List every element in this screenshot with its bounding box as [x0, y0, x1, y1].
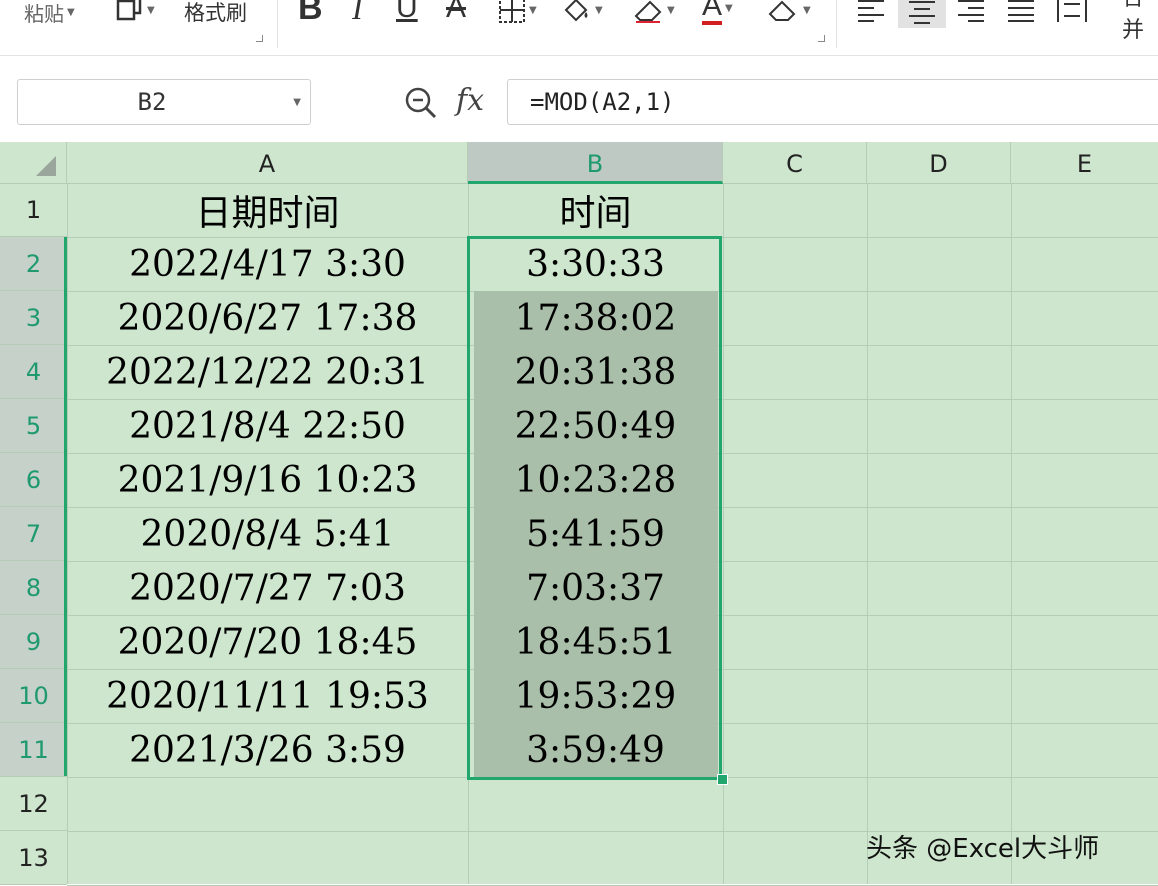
chevron-down-icon[interactable]: ▼ — [803, 5, 811, 16]
chevron-down-icon[interactable]: ▼ — [595, 5, 603, 16]
select-all-button[interactable] — [0, 142, 67, 184]
cell-b1[interactable]: 时间 — [468, 190, 723, 238]
justify-icon — [1008, 0, 1034, 22]
cell-a8[interactable]: 2020/7/27 7:03 — [67, 565, 468, 613]
justify-button[interactable] — [1006, 0, 1036, 30]
italic-button[interactable]: I — [352, 0, 363, 28]
font-color-button[interactable]: A ▼ — [702, 0, 733, 28]
cell-a7[interactable]: 2020/8/4 5:41 — [67, 511, 468, 559]
font-group-launcher[interactable] — [818, 35, 825, 42]
clear-icon — [768, 0, 796, 21]
row-header-13[interactable]: 13 — [0, 831, 67, 885]
formula-input[interactable]: =MOD(A2,1) — [507, 79, 1158, 125]
row-header-2[interactable]: 2 — [0, 237, 67, 291]
active-selection-border — [467, 236, 722, 780]
copy-button[interactable]: ▼ — [116, 0, 155, 30]
borders-button[interactable]: ▼ — [498, 0, 537, 30]
cell-a1[interactable]: 日期时间 — [67, 190, 468, 238]
name-box-value: B2 — [137, 88, 167, 116]
eraser-icon — [634, 0, 662, 23]
align-left-icon — [858, 0, 884, 22]
row-header-1[interactable]: 1 — [0, 184, 67, 237]
distributed-button[interactable] — [1056, 0, 1088, 30]
row-header-5[interactable]: 5 — [0, 399, 67, 453]
formula-text: =MOD(A2,1) — [530, 88, 675, 116]
row-header-7[interactable]: 7 — [0, 507, 67, 561]
chevron-down-icon[interactable]: ▼ — [725, 3, 733, 14]
bold-icon: B — [298, 0, 323, 27]
clear-format-button[interactable]: ▼ — [632, 0, 675, 30]
column-header-e[interactable]: E — [1011, 142, 1158, 184]
underline-icon: U — [396, 0, 418, 24]
cell-a11[interactable]: 2021/3/26 3:59 — [67, 727, 468, 775]
distributed-align-icon — [1057, 0, 1087, 22]
chevron-down-icon[interactable]: ▼ — [293, 97, 301, 108]
select-all-triangle-icon — [36, 156, 56, 176]
cell-a3[interactable]: 2020/6/27 17:38 — [67, 295, 468, 343]
row-header-4[interactable]: 4 — [0, 345, 67, 399]
cell-a4[interactable]: 2022/12/22 20:31 — [67, 349, 468, 397]
underline-button[interactable]: U — [396, 0, 418, 28]
font-color-icon: A — [702, 0, 723, 25]
format-painter-label: 格式刷 — [184, 1, 247, 25]
column-header-d[interactable]: D — [867, 142, 1011, 184]
strikethrough-icon: A — [446, 0, 467, 24]
row-header-8[interactable]: 8 — [0, 561, 67, 615]
row-header-12[interactable]: 12 — [0, 777, 67, 831]
fill-color-button[interactable]: ▼ — [560, 0, 603, 30]
paint-bucket-icon — [564, 0, 588, 22]
strikethrough-button[interactable]: A — [446, 0, 466, 28]
fx-icon[interactable]: fx — [456, 84, 484, 118]
align-right-icon — [958, 0, 984, 22]
column-header-b[interactable]: B — [468, 142, 723, 184]
italic-icon: I — [352, 0, 363, 26]
row-header-11[interactable]: 11 — [0, 723, 67, 777]
row-header-3[interactable]: 3 — [0, 291, 67, 345]
cell-a5[interactable]: 2021/8/4 22:50 — [67, 403, 468, 451]
merge-label: 合并 — [1122, 0, 1145, 43]
format-painter-button[interactable]: 格式刷 — [184, 0, 247, 32]
border-icon — [499, 0, 525, 23]
row-header-6[interactable]: 6 — [0, 453, 67, 507]
column-header-c[interactable]: C — [723, 142, 867, 184]
row-header-9[interactable]: 9 — [0, 615, 67, 669]
ribbon-toolbar: 粘贴 ▼ ▼ 格式刷 B I U A ▼ ▼ ▼ A ▼ ▼ 并 — [0, 0, 1158, 56]
cell-a10[interactable]: 2020/11/11 19:53 — [67, 673, 468, 721]
clipboard-group-launcher[interactable] — [256, 35, 263, 42]
paste-label: 粘贴 — [24, 1, 64, 26]
name-box[interactable]: B2 ▼ — [17, 79, 311, 125]
copy-icon — [116, 0, 142, 21]
chevron-down-icon[interactable]: ▼ — [147, 5, 155, 16]
chevron-down-icon[interactable]: ▼ — [67, 7, 75, 18]
row-header-10[interactable]: 10 — [0, 669, 67, 723]
bold-button[interactable]: B — [298, 0, 323, 28]
chevron-down-icon[interactable]: ▼ — [529, 5, 537, 16]
clear-button[interactable]: ▼ — [766, 0, 811, 30]
cell-a9[interactable]: 2020/7/20 18:45 — [67, 619, 468, 667]
zoom-icon[interactable] — [404, 86, 438, 124]
align-center-button[interactable] — [898, 0, 946, 28]
cell-a6[interactable]: 2021/9/16 10:23 — [67, 457, 468, 505]
watermark: 头条 @Excel大斗师 — [866, 834, 1100, 864]
fill-handle[interactable] — [717, 774, 728, 785]
align-right-button[interactable] — [956, 0, 986, 30]
column-header-a[interactable]: A — [67, 142, 468, 184]
merge-button[interactable]: 合并 — [1122, 0, 1158, 43]
align-left-button[interactable] — [856, 0, 886, 30]
spreadsheet-grid: A B C D E 1 2 3 4 5 6 7 8 9 10 11 12 13 日期时间 时间 2022… — [0, 142, 1158, 886]
formula-bar-row: B2 ▼ =MOD(A2,1) — [0, 56, 1158, 142]
paste-button[interactable]: 粘贴 ▼ — [24, 0, 75, 32]
align-center-icon — [909, 1, 935, 24]
cell-a2[interactable]: 2022/4/17 3:30 — [67, 241, 468, 289]
chevron-down-icon[interactable]: ▼ — [667, 5, 675, 16]
